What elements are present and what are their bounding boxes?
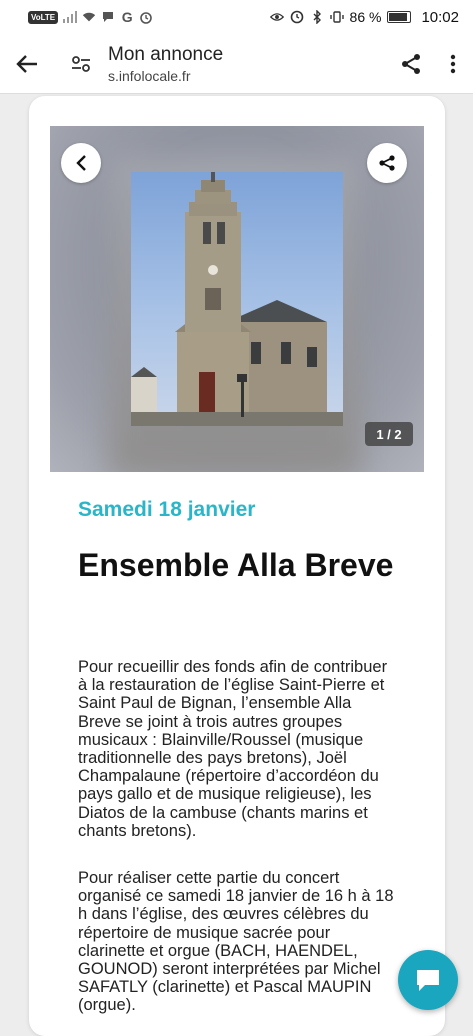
wifi-icon [82, 10, 96, 24]
signal-icon [63, 10, 78, 24]
vibrate-icon [329, 10, 344, 24]
bluetooth-icon [310, 10, 324, 24]
share-icon [402, 53, 420, 74]
more-vertical-icon [450, 54, 456, 73]
eye-icon [269, 10, 284, 24]
tune-icon [72, 55, 90, 72]
carousel-share-button[interactable] [367, 143, 407, 183]
event-description-paragraph: Pour réaliser cette partie du concert or… [78, 869, 394, 1015]
share-icon [379, 155, 395, 171]
site-settings-button[interactable] [54, 34, 108, 94]
more-options-button[interactable] [433, 34, 473, 94]
battery-icon [387, 11, 412, 23]
chat-button[interactable] [398, 950, 458, 1010]
status-right: 86 % 10:02 [269, 8, 459, 26]
chat-notification-icon [101, 10, 115, 24]
clock: 10:02 [421, 8, 459, 26]
google-icon: G [121, 9, 133, 25]
network-badge: VoLTE [28, 10, 59, 24]
browser-top-bar: Mon annonce s.infolocale.fr [0, 34, 473, 94]
page-title: Mon annonce [108, 43, 224, 65]
event-date: Samedi 18 janvier [78, 498, 256, 521]
alarm-status-icon [290, 10, 304, 24]
image-carousel[interactable]: 1 / 2 [50, 126, 424, 472]
event-description-paragraph: Pour recueillir des fonds afin de contri… [78, 658, 388, 840]
battery-percent: 86 % [349, 9, 382, 25]
alarm-icon [139, 10, 153, 24]
page-url: s.infolocale.fr [108, 67, 191, 84]
carousel-prev-button[interactable] [61, 143, 101, 183]
page-info[interactable]: Mon annonce s.infolocale.fr [108, 44, 389, 84]
church-photo [131, 172, 343, 426]
arrow-left-icon [16, 54, 37, 73]
chevron-left-icon [76, 155, 86, 171]
status-left: VoLTE G [28, 9, 153, 25]
image-counter: 1 / 2 [365, 422, 413, 446]
share-button[interactable] [389, 34, 433, 94]
event-card: 1 / 2 Samedi 18 janvier Ensemble Alla Br… [29, 96, 445, 1036]
status-bar: VoLTE G 86 % 10:02 [0, 0, 473, 34]
event-title: Ensemble Alla Breve [78, 547, 394, 583]
chat-bubble-icon [417, 970, 439, 991]
back-button[interactable] [0, 34, 54, 94]
